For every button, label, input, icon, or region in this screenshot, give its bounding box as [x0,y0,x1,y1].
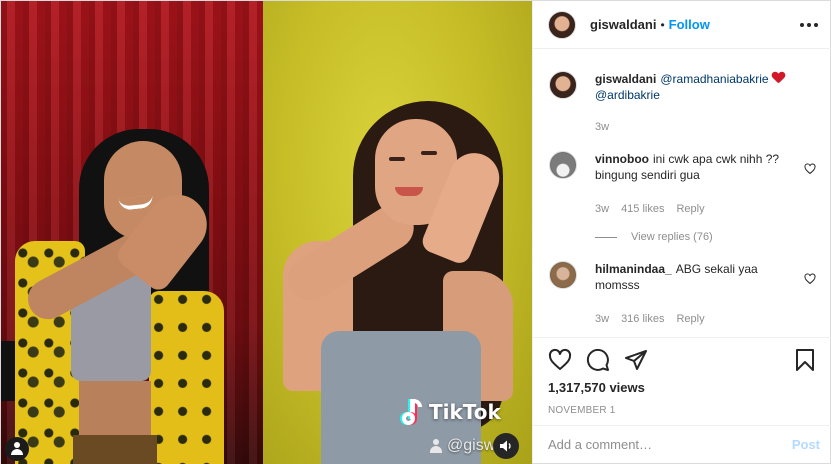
share-icon[interactable] [624,348,648,372]
tag-user-icon[interactable] [5,437,29,461]
speaker-glyph [500,440,511,452]
person-left-waist [79,381,151,441]
tiktok-watermark-text: TikTok [429,400,501,424]
list-item: hilmanindaa_ ABG sekali yaa momsss 3w 316… [549,261,816,327]
person-right-eye [389,157,405,161]
post-header: giswaldani • Follow [533,1,831,49]
tiktok-watermark: TikTok [401,399,501,425]
view-replies-button[interactable]: View replies (76) [595,231,816,243]
comment-icon[interactable] [586,348,610,372]
speaker-icon[interactable] [493,433,519,459]
avatar[interactable] [549,151,577,179]
heart-icon[interactable] [804,163,816,175]
comment-likes[interactable]: 415 likes [621,201,664,217]
caption: giswaldani @ramadhaniabakrie @ardibakrie … [549,71,816,135]
divider [595,236,617,238]
caption-body: giswaldani @ramadhaniabakrie @ardibakrie … [595,71,816,135]
bookmark-icon[interactable] [793,348,817,372]
avatar[interactable] [549,71,577,99]
view-replies-label[interactable]: View replies (76) [631,231,713,243]
comment-username[interactable]: hilmanindaa_ [595,262,672,276]
comment-input[interactable] [548,437,792,452]
caption-username[interactable]: giswaldani [595,72,656,86]
follow-button[interactable]: Follow [669,17,710,32]
post-button[interactable]: Post [792,437,820,452]
comment-body: hilmanindaa_ ABG sekali yaa momsss 3w 316… [595,261,816,327]
heart-icon[interactable] [804,273,816,285]
comment-composer: Post [533,425,831,463]
mention-link[interactable]: @ardibakrie [595,88,660,102]
action-bar [548,338,817,382]
instagram-post: TikTok @gisw giswaldani • Follow giswald… [0,0,831,464]
comment-body: vinnoboo ini cwk apa cwk nihh ?? bingung … [595,151,816,217]
tiktok-handle-text: @gisw [447,437,496,454]
comment-likes[interactable]: 316 likes [621,311,664,327]
avatar[interactable] [548,10,576,39]
video-left-panel [1,1,263,464]
views-count[interactable]: 1,317,570 views [548,380,817,395]
list-item: vinnoboo ini cwk apa cwk nihh ?? bingung … [549,151,816,217]
more-icon[interactable] [800,22,818,27]
tiktok-handle: @gisw [429,437,495,455]
post-date[interactable]: NOVEMBER 1 [548,405,817,416]
caption-time[interactable]: 3w [595,119,609,135]
person-left-shirt [149,291,224,464]
user-icon [429,439,443,453]
comment-time[interactable]: 3w [595,311,609,327]
reply-button[interactable]: Reply [676,201,704,217]
comment-username[interactable]: vinnoboo [595,152,649,166]
video-right-panel [263,1,532,464]
comment-meta: 3w 415 likes Reply [595,201,790,217]
reply-button[interactable]: Reply [676,311,704,327]
tiktok-logo-icon [401,399,423,425]
comment-time[interactable]: 3w [595,201,609,217]
avatar[interactable] [549,261,577,289]
post-video[interactable]: TikTok @gisw [1,1,532,464]
person-left-skirt [73,435,157,464]
separator-dot: • [660,17,665,32]
comments-list[interactable]: giswaldani @ramadhaniabakrie @ardibakrie … [533,61,831,333]
post-actions: 1,317,570 views NOVEMBER 1 [533,337,831,416]
header-username[interactable]: giswaldani [590,17,656,32]
person-right-eye [421,151,437,155]
mention-link[interactable]: @ramadhaniabakrie [660,72,768,86]
heart-icon[interactable] [548,348,572,372]
caption-meta: 3w [595,119,816,135]
red-heart-emoji [772,72,785,84]
post-sidebar: giswaldani • Follow giswaldani @ramadhani… [532,1,831,463]
comment-meta: 3w 316 likes Reply [595,311,790,327]
